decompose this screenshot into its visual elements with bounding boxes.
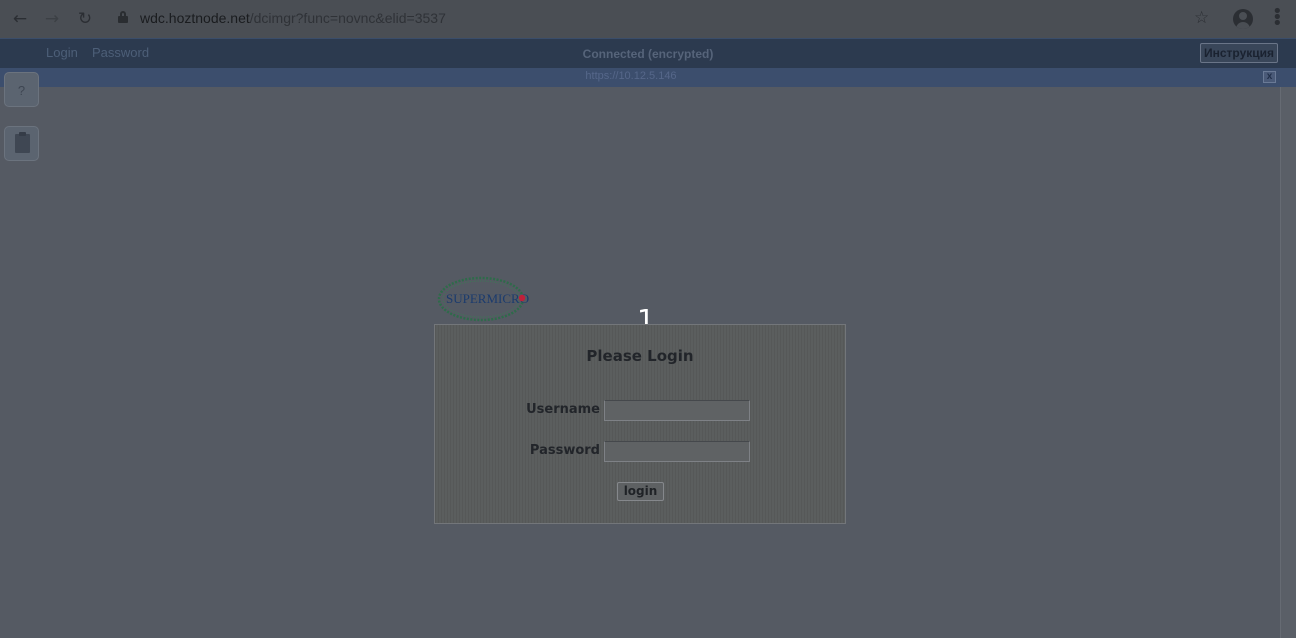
help-icon[interactable]: ? — [4, 72, 39, 107]
reload-icon[interactable]: ↻ — [75, 9, 95, 29]
username-label: Username — [526, 402, 600, 417]
browser-toolbar: ← → ↻ wdc.hoztnode.net/dcimgr?func=novnc… — [0, 0, 1296, 38]
lock-icon[interactable] — [118, 11, 128, 23]
vertical-scrollbar[interactable] — [1280, 87, 1296, 638]
connection-status: Connected (encrypted) — [582, 47, 714, 61]
clipboard-icon[interactable] — [4, 126, 39, 161]
login-panel: Please Login Username Password login — [434, 324, 846, 524]
forward-arrow-icon[interactable]: → — [42, 9, 62, 29]
console-header: Login Password Connected (encrypted) Инс… — [0, 38, 1296, 68]
url-path: /dcimgr?func=novnc&elid=3537 — [249, 10, 446, 26]
password-input[interactable] — [605, 442, 749, 461]
back-arrow-icon[interactable]: ← — [10, 9, 30, 29]
vnc-status-bar: https://10.12.5.146 x — [0, 68, 1296, 87]
password-label: Password — [529, 443, 600, 458]
star-icon[interactable]: ☆ — [1194, 8, 1209, 28]
vnc-address: https://10.12.5.146 — [585, 70, 677, 82]
password-field[interactable] — [604, 441, 750, 462]
menu-kebab-icon[interactable]: • • • — [1272, 3, 1283, 33]
login-title: Please Login — [586, 347, 694, 365]
username-field[interactable] — [604, 400, 750, 421]
logo-text: SUPERMICRO — [446, 291, 529, 306]
close-icon[interactable]: x — [1263, 71, 1276, 83]
instructions-button[interactable]: Инструкция — [1200, 43, 1278, 63]
supermicro-logo: SUPERMICRO — [437, 276, 529, 322]
address-bar[interactable]: wdc.hoztnode.net/dcimgr?func=novnc&elid=… — [140, 10, 446, 26]
url-domain: wdc.hoztnode.net — [140, 10, 250, 26]
username-input[interactable] — [605, 401, 749, 420]
login-button[interactable]: login — [617, 482, 664, 501]
account-icon[interactable] — [1233, 9, 1253, 29]
